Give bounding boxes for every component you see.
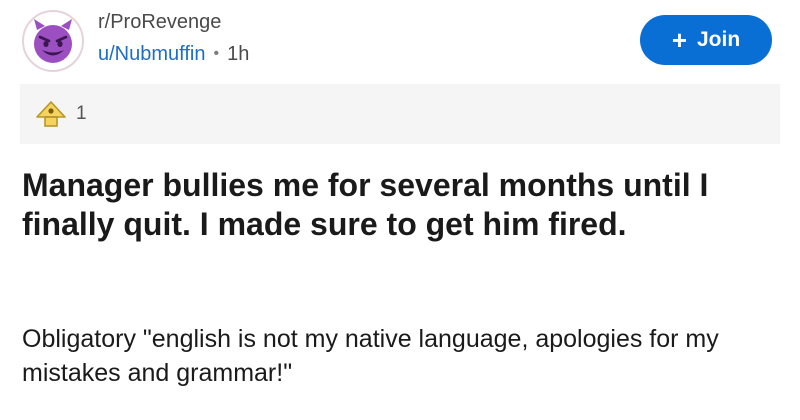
subreddit-avatar[interactable] (22, 10, 84, 72)
meta-separator: • (213, 45, 220, 62)
username-link[interactable]: u/Nubmuffin (98, 41, 205, 67)
post-body: Obligatory "english is not my native lan… (22, 325, 719, 387)
post-title[interactable]: Manager bullies me for several months un… (22, 166, 762, 244)
subreddit-name[interactable]: r/ProRevenge (98, 9, 249, 35)
devil-emoji-icon (34, 19, 72, 63)
plus-icon: + (671, 25, 687, 55)
join-button[interactable]: + Join (640, 15, 772, 65)
user-line: u/Nubmuffin • 1h (98, 41, 249, 67)
award-count: 1 (76, 103, 87, 124)
join-label: Join (697, 28, 741, 51)
post-age: 1h (227, 43, 250, 65)
helpful-award-icon (32, 97, 70, 131)
post-meta: r/ProRevenge u/Nubmuffin • 1h (98, 8, 249, 67)
post-header: r/ProRevenge u/Nubmuffin • 1h + Join (18, 8, 782, 72)
award-bar[interactable]: 1 (20, 84, 780, 144)
